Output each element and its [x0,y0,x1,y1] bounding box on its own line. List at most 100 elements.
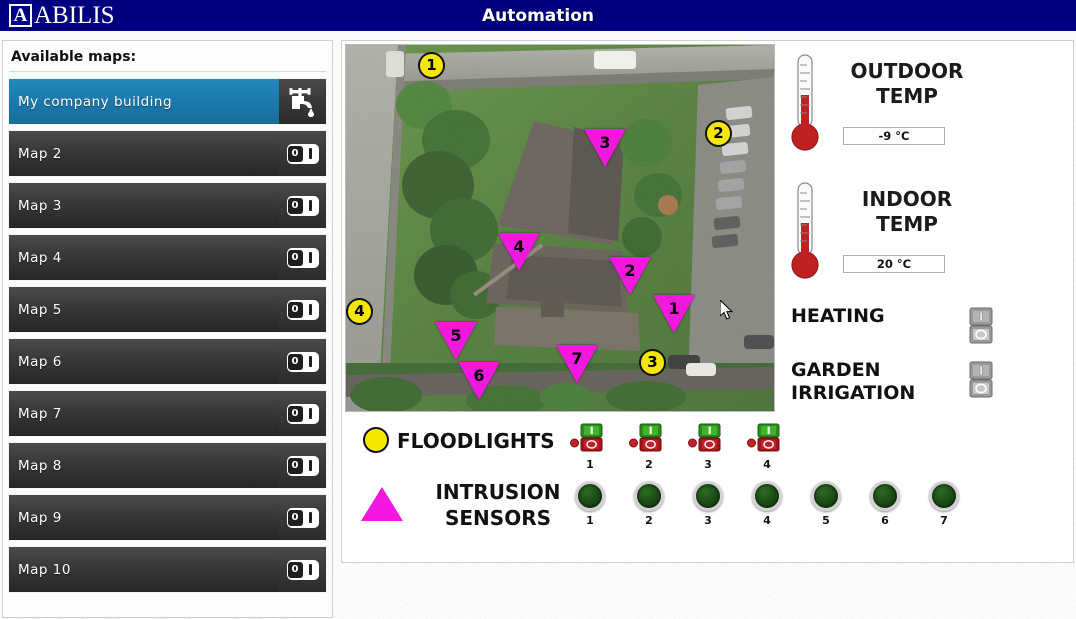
sidebar-item-action[interactable]: 0 [279,547,326,592]
sidebar-item-map-2[interactable]: Map 2 0 [8,130,327,177]
map-toggle-on-mark [308,355,312,367]
irrigation-switch[interactable] [968,361,994,403]
power-switch-icon [969,307,993,344]
brand-badge-icon: A [9,4,32,27]
sidebar-item-label: Map 7 [18,405,62,422]
sidebar-item-map-10[interactable]: Map 10 0 [8,546,327,593]
map-toggle-off-label: 0 [287,405,303,422]
sidebar-item-action[interactable]: 0 [279,391,326,436]
sidebar-item-map-5[interactable]: Map 5 0 [8,286,327,333]
sidebar-item-action[interactable]: 0 [279,443,326,488]
map-toggle[interactable]: 0 [286,299,319,320]
floodlight-number: 3 [704,458,712,471]
heating-label: HEATING [791,305,885,327]
map-toggle[interactable]: 0 [286,455,319,476]
map-toggle-on-mark [308,199,312,211]
sidebar-item-action[interactable]: 0 [279,287,326,332]
map-toggle-off-label: 0 [287,145,303,162]
sidebar-item-my-company-building[interactable]: My company building [8,78,327,125]
intrusion-legend-label: INTRUSION SENSORS [413,479,583,531]
sidebar-item-map-6[interactable]: Map 6 0 [8,338,327,385]
map-toggle[interactable]: 0 [286,143,319,164]
page-title: Automation [482,5,594,26]
map-toggle-off-label: 0 [287,561,303,578]
irrigation-label-line2: IRRIGATION [791,382,916,404]
floodlight-switch-group: 1 2 3 4 [570,423,787,471]
intrusion-legend-label-line1: INTRUSION [435,480,561,504]
sidebar-item-map-7[interactable]: Map 7 0 [8,390,327,437]
intrusion-marker-3[interactable]: 3 [584,129,626,167]
floodlights-legend-label: FLOODLIGHTS [397,429,555,453]
map-toggle-off-label: 0 [287,301,303,318]
map-toggle[interactable]: 0 [286,351,319,372]
map-toggle[interactable]: 0 [286,403,319,424]
map-view[interactable]: 1 2 3 4 1 2 3 4 5 6 7 [345,44,775,412]
heating-switch[interactable] [968,307,994,349]
floodlight-marker-3[interactable]: 3 [639,349,666,376]
controls-column: OUTDOOR TEMP -9 °C INDOOR TEMP 20 °C HEA… [785,47,1070,407]
sidebar-item-label: Map 8 [18,457,62,474]
floodlight-switch-icon[interactable] [570,423,610,453]
floodlight-3: 3 [688,423,728,471]
intrusion-sensor-led[interactable] [634,481,664,511]
map-toggle[interactable]: 0 [286,507,319,528]
floodlight-number: 2 [645,458,653,471]
sidebar-item-action[interactable]: 0 [279,131,326,176]
intrusion-sensor-led[interactable] [752,481,782,511]
map-toggle-off-label: 0 [287,353,303,370]
power-switch-icon [969,361,993,398]
outdoor-temp-label-line2: TEMP [876,84,938,108]
sidebar-divider [9,71,326,72]
sidebar-heading: Available maps: [11,49,137,65]
sidebar-item-label: Map 5 [18,301,62,318]
sidebar-item-action[interactable]: 0 [279,339,326,384]
brand-logo: A ABILIS [9,1,115,30]
sidebar-item-action[interactable]: 0 [279,183,326,228]
mouse-cursor-icon [720,300,734,320]
floodlight-switch-icon[interactable] [629,423,669,453]
intrusion-sensor-group: 1 2 3 4 5 6 7 [570,481,964,527]
floodlight-switch-icon[interactable] [747,423,787,453]
intrusion-marker-2[interactable]: 2 [609,257,651,295]
sidebar-item-label: Map 4 [18,249,62,266]
intrusion-sensor-led[interactable] [870,481,900,511]
intrusion-marker-6[interactable]: 6 [458,362,500,400]
intrusion-sensor-led[interactable] [693,481,723,511]
marker-label: 7 [571,349,583,368]
intrusion-sensor-led[interactable] [811,481,841,511]
outdoor-temp-value: -9 °C [843,127,945,145]
intrusion-sensor-4: 4 [747,481,787,527]
sidebar-item-action[interactable] [279,79,326,124]
floodlight-switch-icon[interactable] [688,423,728,453]
sidebar-item-map-8[interactable]: Map 8 0 [8,442,327,489]
map-toggle[interactable]: 0 [286,247,319,268]
intrusion-marker-1[interactable]: 1 [653,295,695,333]
faucet-icon [289,87,314,117]
outdoor-temp-label-line1: OUTDOOR [850,59,964,83]
intrusion-sensor-number: 7 [940,514,948,527]
intrusion-sensor-led[interactable] [929,481,959,511]
floodlight-marker-2[interactable]: 2 [705,120,732,147]
outdoor-temp-label: OUTDOOR TEMP [817,59,997,109]
map-toggle-on-mark [308,459,312,471]
intrusion-sensor-number: 4 [763,514,771,527]
floodlight-marker-4[interactable]: 4 [346,298,373,325]
floodlight-marker-1[interactable]: 1 [418,52,445,79]
map-toggle[interactable]: 0 [286,195,319,216]
legend-panel: FLOODLIGHTS INTRUSION SENSORS 1 2 3 4 1 … [345,419,1071,559]
sidebar-item-map-4[interactable]: Map 4 0 [8,234,327,281]
sidebar-item-label: Map 3 [18,197,62,214]
map-toggle[interactable]: 0 [286,559,319,580]
map-toggle-on-mark [308,511,312,523]
intrusion-sensor-6: 6 [865,481,905,527]
indoor-temp-label: INDOOR TEMP [817,187,997,237]
sidebar-item-action[interactable]: 0 [279,235,326,280]
floodlight-4: 4 [747,423,787,471]
sidebar-item-map-9[interactable]: Map 9 0 [8,494,327,541]
sidebar-item-action[interactable]: 0 [279,495,326,540]
intrusion-marker-5[interactable]: 5 [435,322,477,360]
intrusion-marker-7[interactable]: 7 [556,345,598,383]
sidebar-item-map-3[interactable]: Map 3 0 [8,182,327,229]
intrusion-sensor-led[interactable] [575,481,605,511]
intrusion-marker-4[interactable]: 4 [498,233,540,271]
